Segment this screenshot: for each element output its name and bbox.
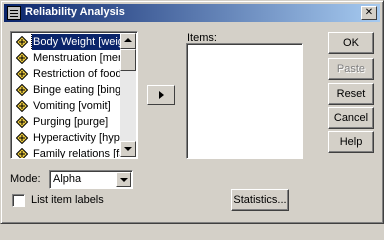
scale-variable-icon: [16, 84, 28, 96]
scale-variable-icon: [16, 52, 28, 64]
variable-list-scrollbar[interactable]: [120, 33, 136, 157]
scale-variable-icon: [16, 68, 28, 80]
mode-dropdown-button[interactable]: [116, 172, 131, 187]
scale-variable-icon: [16, 100, 28, 112]
source-variable-list[interactable]: Body Weight [weig Menstruation [mens Restr…: [10, 31, 138, 159]
variable-label: Menstruation [mens: [33, 52, 121, 64]
mode-select[interactable]: Alpha: [49, 170, 133, 189]
scale-variable-icon: [16, 148, 28, 158]
scale-variable-icon: [16, 132, 28, 144]
close-button[interactable]: ✕: [361, 6, 377, 20]
variable-label: Binge eating [binge: [33, 84, 121, 96]
statistics-button[interactable]: Statistics...: [231, 189, 289, 211]
scroll-down-button[interactable]: [120, 141, 136, 157]
arrow-right-icon: [159, 91, 164, 99]
variable-label: Family relations [fan: [33, 148, 121, 159]
variable-list-item[interactable]: Binge eating [binge: [13, 82, 121, 98]
items-list[interactable]: [186, 43, 303, 159]
variable-list-item[interactable]: Family relations [fan: [13, 146, 121, 159]
variable-label: Restriction of food i: [33, 68, 121, 80]
variable-list-item[interactable]: Hyperactivity [hype: [13, 130, 121, 146]
chevron-down-icon: [120, 178, 128, 182]
cancel-button[interactable]: Cancel: [328, 107, 374, 129]
dialog-title: Reliability Analysis: [25, 6, 125, 18]
variable-label: Body Weight [weig: [31, 34, 121, 50]
variable-list-item[interactable]: Purging [purge]: [13, 114, 121, 130]
reliability-analysis-dialog: Reliability Analysis ✕ Body Weight [weig…: [0, 0, 384, 224]
variable-list-item[interactable]: Vomiting [vomit]: [13, 98, 121, 114]
variable-list-item[interactable]: Body Weight [weig: [13, 34, 121, 50]
variable-label: Vomiting [vomit]: [33, 100, 111, 112]
scale-variable-icon: [16, 36, 28, 48]
variable-label: Hyperactivity [hype: [33, 132, 121, 144]
scale-variable-icon: [16, 116, 28, 128]
variable-items: Body Weight [weig Menstruation [mens Restr…: [13, 34, 121, 159]
chevron-up-icon: [124, 38, 132, 42]
title-bar[interactable]: Reliability Analysis ✕: [4, 4, 380, 22]
variable-label: Purging [purge]: [33, 116, 109, 128]
dialog-icon: [7, 6, 21, 20]
ok-button[interactable]: OK: [328, 32, 374, 54]
mode-value: Alpha: [53, 173, 82, 185]
variable-list-item[interactable]: Menstruation [mens: [13, 50, 121, 66]
paste-button[interactable]: Paste: [328, 58, 374, 80]
list-item-labels-checkbox[interactable]: [12, 194, 25, 207]
help-button[interactable]: Help: [328, 131, 374, 153]
chevron-down-icon: [124, 147, 132, 151]
list-item-labels-label: List item labels: [31, 194, 104, 206]
variable-list-item[interactable]: Restriction of food i: [13, 66, 121, 82]
mode-label: Mode:: [10, 173, 41, 185]
scroll-thumb[interactable]: [120, 49, 136, 71]
move-to-items-button[interactable]: [147, 85, 175, 105]
scroll-up-button[interactable]: [120, 33, 136, 49]
reset-button[interactable]: Reset: [328, 83, 374, 105]
